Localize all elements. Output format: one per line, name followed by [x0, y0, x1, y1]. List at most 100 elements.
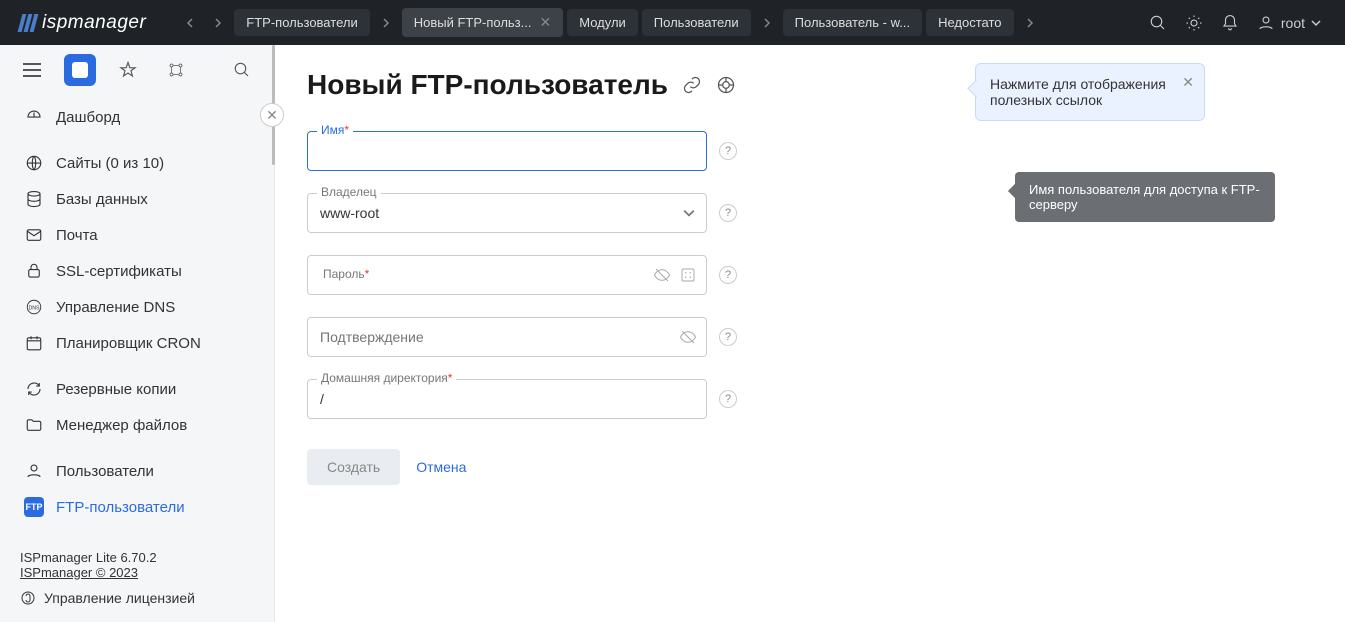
- bell-icon[interactable]: [1221, 14, 1239, 32]
- sidebar-toolbar: [0, 45, 274, 95]
- search-icon: [233, 61, 251, 79]
- sidebar-item-dashboard[interactable]: Дашборд: [0, 99, 274, 135]
- copyright-link[interactable]: ISPmanager © 2023: [20, 565, 138, 580]
- password-help-button[interactable]: ?: [719, 266, 737, 284]
- confirm-field[interactable]: [307, 317, 707, 357]
- eye-icon[interactable]: [653, 266, 671, 284]
- owner-select[interactable]: www-root: [307, 193, 707, 233]
- theme-icon[interactable]: [1185, 14, 1203, 32]
- help-icon[interactable]: [716, 75, 736, 95]
- tab-next-button[interactable]: [1018, 11, 1042, 35]
- chevron-left-icon: [185, 18, 195, 28]
- sidebar: ✕ Дашборд Сайты (0 из 10) Базы данных По…: [0, 45, 275, 622]
- sidebar-item-databases[interactable]: Базы данных: [0, 181, 274, 217]
- menu-toggle-button[interactable]: [16, 54, 48, 86]
- sidebar-item-dns[interactable]: DNS Управление DNS: [0, 289, 274, 325]
- homedir-label: Домашняя директория*: [317, 371, 456, 385]
- eye-icon[interactable]: [679, 328, 697, 346]
- sidebar-collapse-button[interactable]: ✕: [260, 103, 284, 127]
- svg-text:DNS: DNS: [28, 305, 40, 311]
- name-help-button[interactable]: ?: [719, 142, 737, 160]
- owner-label: Владелец: [317, 185, 381, 199]
- chevron-right-icon: [1025, 18, 1035, 28]
- ftp-user-form: Имя* ? Владелец www-root ?: [307, 131, 737, 485]
- tab-sep: [374, 11, 398, 35]
- sidebar-item-label: Почта: [56, 227, 98, 244]
- lock-icon: [24, 261, 44, 281]
- user-icon: [24, 461, 44, 481]
- license-icon: [20, 590, 36, 606]
- folder-icon: [24, 415, 44, 435]
- tabs: FTP-пользователи Новый FTP-польз... ✕ Мо…: [178, 8, 1149, 37]
- cancel-button[interactable]: Отмена: [416, 459, 466, 475]
- list-icon: [72, 62, 88, 78]
- create-button[interactable]: Создать: [307, 449, 400, 485]
- tab-next-small-button[interactable]: [206, 11, 230, 35]
- tab-users[interactable]: Пользователи: [642, 9, 751, 36]
- mail-icon: [24, 225, 44, 245]
- sidebar-item-files[interactable]: Менеджер файлов: [0, 407, 274, 443]
- sidebar-footer: ISPmanager Lite 6.70.2 ISPmanager © 2023…: [0, 533, 274, 622]
- tab-prev-button[interactable]: [178, 11, 202, 35]
- topbar-actions: root: [1149, 14, 1337, 32]
- callout-close-button[interactable]: ✕: [1182, 74, 1194, 91]
- ftp-icon: FTP: [24, 497, 44, 517]
- sidebar-item-label: Менеджер файлов: [56, 417, 187, 434]
- logo-stripes-icon: [20, 14, 36, 32]
- sidebar-item-users[interactable]: Пользователи: [0, 453, 274, 489]
- content: Новый FTP-пользователь Нажмите для отобр…: [275, 45, 1345, 622]
- form-actions: Создать Отмена: [307, 449, 737, 485]
- calendar-icon: [24, 333, 44, 353]
- field-tooltip: Имя пользователя для доступа к FTP-серве…: [1015, 172, 1275, 222]
- tab-label: FTP-пользователи: [246, 15, 357, 30]
- tab-user-detail[interactable]: Пользователь - w...: [783, 9, 922, 36]
- list-view-button[interactable]: [64, 54, 96, 86]
- hamburger-icon: [23, 63, 41, 77]
- sidebar-item-ssl[interactable]: SSL-сертификаты: [0, 253, 274, 289]
- chevron-down-icon: [1311, 18, 1321, 28]
- sidebar-item-ftp-users[interactable]: FTP FTP-пользователи: [0, 489, 274, 525]
- sidebar-item-sites[interactable]: Сайты (0 из 10): [0, 145, 274, 181]
- chevron-right-icon: [762, 18, 772, 28]
- name-label: Имя*: [317, 123, 353, 137]
- user-icon: [1257, 14, 1275, 32]
- confirm-help-button[interactable]: ?: [719, 328, 737, 346]
- app-name: ispmanager: [42, 12, 146, 34]
- link-icon[interactable]: [682, 75, 702, 95]
- search-icon[interactable]: [1149, 14, 1167, 32]
- tab-new-ftp-user[interactable]: Новый FTP-польз... ✕: [402, 8, 564, 37]
- user-menu[interactable]: root: [1257, 14, 1321, 32]
- refresh-icon: [24, 379, 44, 399]
- tab-modules[interactable]: Модули: [567, 9, 638, 36]
- topbar: ispmanager FTP-пользователи Новый FTP-по…: [0, 0, 1345, 45]
- sidebar-item-label: Сайты (0 из 10): [56, 155, 164, 172]
- tooltip-text: Имя пользователя для доступа к FTP-серве…: [1029, 182, 1260, 212]
- version-text: ISPmanager Lite 6.70.2: [20, 550, 254, 565]
- favorites-button[interactable]: [112, 54, 144, 86]
- sidebar-search-button[interactable]: [226, 54, 258, 86]
- page-title: Новый FTP-пользователь: [307, 69, 668, 101]
- apps-button[interactable]: [160, 54, 192, 86]
- tab-label: Пользователь - w...: [795, 15, 910, 30]
- generate-icon[interactable]: [679, 266, 697, 284]
- chevron-right-icon: [381, 18, 391, 28]
- owner-help-button[interactable]: ?: [719, 204, 737, 222]
- main: ✕ Дашборд Сайты (0 из 10) Базы данных По…: [0, 45, 1345, 622]
- homedir-field[interactable]: [307, 379, 707, 419]
- tab-ftp-users[interactable]: FTP-пользователи: [234, 9, 369, 36]
- sidebar-item-mail[interactable]: Почта: [0, 217, 274, 253]
- dns-icon: DNS: [24, 297, 44, 317]
- sidebar-item-cron[interactable]: Планировщик CRON: [0, 325, 274, 361]
- tab-label: Новый FTP-польз...: [414, 15, 532, 30]
- hint-callout: Нажмите для отображения полезных ссылок …: [975, 63, 1205, 121]
- homedir-help-button[interactable]: ?: [719, 390, 737, 408]
- license-link[interactable]: Управление лицензией: [20, 590, 254, 606]
- tab-close-button[interactable]: ✕: [539, 14, 551, 31]
- tab-label: Пользователи: [654, 15, 739, 30]
- name-field[interactable]: [307, 131, 707, 171]
- sidebar-item-label: Базы данных: [56, 191, 148, 208]
- callout-text: Нажмите для отображения полезных ссылок: [990, 76, 1166, 108]
- tab-insufficient[interactable]: Недостато: [926, 9, 1013, 36]
- logo[interactable]: ispmanager: [8, 12, 158, 34]
- sidebar-item-backup[interactable]: Резервные копии: [0, 371, 274, 407]
